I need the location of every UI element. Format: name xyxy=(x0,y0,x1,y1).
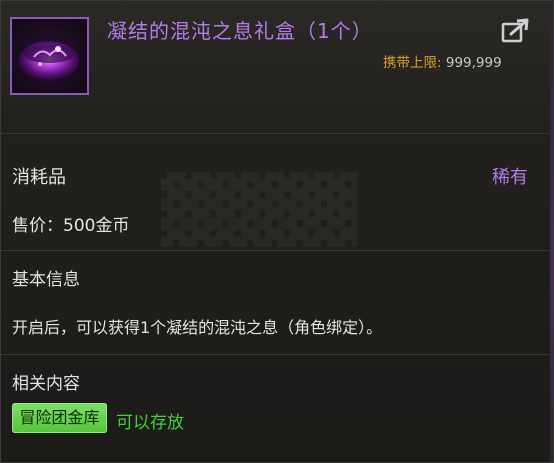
background-edge xyxy=(550,1,553,462)
carry-limit: 携带上限: 999,999 xyxy=(383,51,502,71)
divider xyxy=(1,250,553,251)
svg-text:▓▓▓▓: ▓▓▓▓ xyxy=(161,171,359,247)
basic-info-title: 基本信息 xyxy=(12,270,80,290)
background-watermark: ▓▓▓▓ xyxy=(161,171,359,247)
share-button[interactable] xyxy=(501,18,531,44)
tooltip-header: 凝结的混沌之息礼盒（1个） 携带上限: 999,999 xyxy=(1,1,553,134)
related-content-title: 相关内容 xyxy=(12,374,80,394)
item-type: 消耗品 xyxy=(12,167,66,188)
adventure-vault-badge[interactable]: 冒险团金库 xyxy=(12,403,107,433)
carry-limit-separator: : xyxy=(437,55,442,71)
item-tooltip: ▓▓▓▓ xyxy=(0,0,554,463)
item-icon-frame[interactable] xyxy=(10,17,89,95)
carry-limit-label: 携带上限 xyxy=(383,55,437,71)
item-description: 开启后，可以获得1个凝结的混沌之息（角色绑定）。 xyxy=(12,318,383,337)
item-rarity: 稀有 xyxy=(492,167,528,188)
storable-status: 可以存放 xyxy=(116,413,184,433)
item-price: 售价：500金币 xyxy=(12,216,130,236)
share-icon xyxy=(501,18,529,43)
divider xyxy=(1,354,553,355)
carry-limit-value: 999,999 xyxy=(445,55,502,71)
purple-chaos-orb-icon xyxy=(12,19,87,93)
item-title: 凝结的混沌之息礼盒（1个） xyxy=(107,19,373,43)
